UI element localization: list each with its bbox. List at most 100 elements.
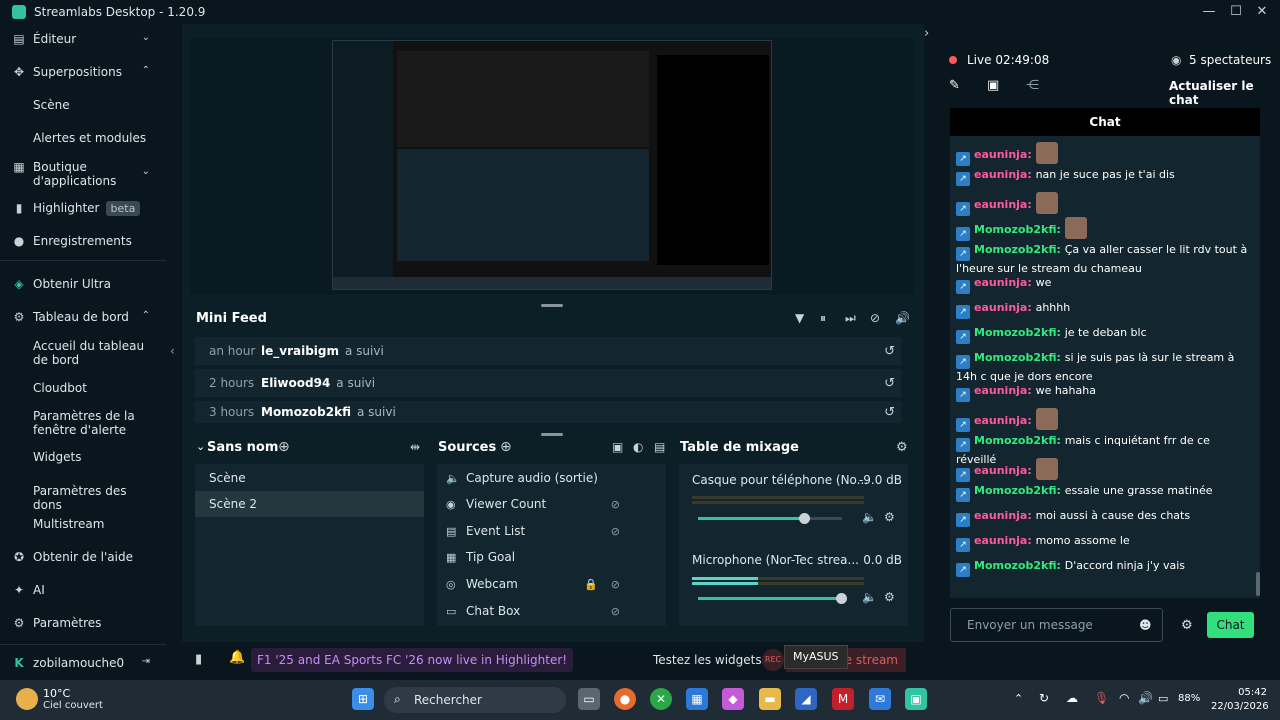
chat-username[interactable]: eauninja	[974, 414, 1027, 427]
chevron-down-icon[interactable]: ⌄	[196, 440, 205, 453]
sidebar-item-recordings[interactable]: ● Enregistrements	[12, 234, 162, 248]
sidebar-item-alert-window[interactable]: Paramètres de la fenêtre d'alerte	[33, 409, 158, 437]
sidebar-item-editor[interactable]: ▤ Éditeur ⌄	[12, 32, 162, 46]
gear-icon[interactable]: ⚙	[896, 440, 908, 455]
firefox-icon[interactable]: ●	[614, 688, 636, 710]
pause-icon[interactable]: ⏸	[820, 311, 826, 326]
volume-slider[interactable]	[698, 597, 839, 600]
edit-icon[interactable]: ✎	[949, 78, 960, 93]
source-item[interactable]: ◎ Webcam 🔒 ⊘	[446, 571, 656, 597]
chat-username[interactable]: Momozob2kfi	[974, 351, 1056, 364]
chevron-up-icon[interactable]: ⌃	[1014, 692, 1023, 705]
sidebar-item-widgets[interactable]: Widgets	[33, 450, 158, 464]
add-scene-icon[interactable]: ⊕	[278, 439, 290, 455]
chat-username[interactable]: eauninja	[974, 276, 1027, 289]
sidebar-item-dashboard-home[interactable]: Accueil du tableau de bord	[33, 339, 158, 367]
taskbar-search[interactable]: ⌕ Rechercher	[384, 687, 566, 713]
sidebar-user[interactable]: K zobilamouche0 ⇥	[12, 656, 162, 670]
replay-icon[interactable]: ↺	[884, 405, 895, 420]
mail-icon[interactable]: ✉	[869, 688, 891, 710]
chat-username[interactable]: Momozob2kfi	[974, 559, 1056, 572]
chat-username[interactable]: eauninja	[974, 384, 1027, 397]
cloud-icon[interactable]: ☁	[1066, 691, 1078, 705]
wifi-icon[interactable]: ◠	[1119, 691, 1129, 705]
chat-username[interactable]: Momozob2kfi	[974, 434, 1056, 447]
transition-icon[interactable]: ⇹	[410, 440, 420, 454]
mute-alert-icon[interactable]: ⊘	[870, 311, 880, 325]
copilot-icon[interactable]: ◆	[722, 688, 744, 710]
sync-icon[interactable]: ↻	[1039, 691, 1049, 705]
source-item[interactable]: ▦ Tip Goal	[446, 544, 656, 570]
sidebar-item-cloudbot[interactable]: Cloudbot	[33, 381, 158, 395]
weather-icon[interactable]	[16, 688, 38, 710]
chat-username[interactable]: eauninja	[974, 464, 1027, 477]
emoji-icon[interactable]: ☻	[1139, 618, 1152, 632]
sidebar-item-app-store[interactable]: ▦ Boutique d'applications ⌄	[12, 160, 162, 188]
share-icon[interactable]: ⋲	[1026, 78, 1039, 93]
speaker-icon[interactable]: 🔊	[1138, 691, 1153, 705]
source-item[interactable]: ▤ Event List ⊘	[446, 518, 656, 544]
xbox-icon[interactable]: ✕	[650, 688, 672, 710]
hidden-eye-icon[interactable]: ⊘	[611, 525, 620, 538]
microphone-icon[interactable]: 🎙	[1094, 691, 1109, 705]
filter-icon[interactable]: ▼	[795, 311, 804, 325]
streamlabs-icon[interactable]: ▣	[905, 688, 927, 710]
chat-input[interactable]: Envoyer un message ☻	[950, 608, 1163, 642]
folder-icon[interactable]: ▬	[759, 688, 781, 710]
sidebar-item-settings[interactable]: ⚙ Paramètres	[12, 616, 162, 630]
notification-icon[interactable]: 🔔	[229, 650, 245, 665]
sidebar-item-help[interactable]: ✪ Obtenir de l'aide	[12, 550, 162, 564]
sidebar-item-multistream[interactable]: Multistream	[33, 517, 158, 531]
chat-username[interactable]: eauninja	[974, 509, 1027, 522]
highlighter-promo[interactable]: F1 '25 and EA Sports FC '26 now live in …	[251, 648, 574, 672]
windows-start-icon[interactable]: ⊞	[352, 688, 374, 710]
task-view-icon[interactable]: ▭	[578, 688, 600, 710]
sidebar-item-highlighter[interactable]: ▮ Highlighter beta	[12, 201, 162, 216]
skip-icon[interactable]: ⏭	[845, 311, 856, 326]
test-widgets-button[interactable]: Testez les widgets	[653, 653, 762, 667]
source-settings-icon[interactable]: ◐	[633, 440, 643, 454]
scene-item[interactable]: Scène 2	[195, 491, 424, 517]
chat-username[interactable]: Momozob2kfi	[974, 326, 1056, 339]
source-item[interactable]: ▭ Chat Box ⊘	[446, 598, 656, 624]
volume-slider[interactable]	[698, 517, 802, 520]
stats-icon[interactable]: ▮	[195, 652, 202, 667]
gear-icon[interactable]: ⚙	[884, 590, 895, 604]
chat-username[interactable]: eauninja	[974, 148, 1027, 161]
chat-username[interactable]: eauninja	[974, 168, 1027, 181]
sidebar-item-donations[interactable]: Paramètres des dons	[33, 484, 158, 512]
add-source-icon[interactable]: ⊕	[500, 439, 512, 455]
folder-add-icon[interactable]: ▤	[654, 440, 665, 454]
mcafee-icon[interactable]: M	[832, 688, 854, 710]
sidebar-item-dashboard[interactable]: ⚙ Tableau de bord ⌃	[12, 310, 162, 324]
logout-icon[interactable]: ⇥	[142, 656, 150, 667]
myasus-icon[interactable]: ◢	[795, 688, 817, 710]
sidebar-item-scene[interactable]: Scène	[33, 98, 158, 112]
hidden-eye-icon[interactable]: ⊘	[611, 578, 620, 591]
send-chat-button[interactable]: Chat	[1207, 612, 1254, 638]
battery-icon[interactable]: ▭	[1158, 692, 1168, 705]
hidden-eye-icon[interactable]: ⊘	[611, 605, 620, 618]
collapse-sidebar-icon[interactable]: ‹	[170, 344, 175, 358]
store-icon[interactable]: ▦	[686, 688, 708, 710]
gear-icon[interactable]: ⚙	[1181, 618, 1193, 633]
record-button[interactable]: REC	[762, 649, 784, 671]
chat-scrollbar[interactable]	[1256, 572, 1260, 596]
source-item[interactable]: ◉ Viewer Count ⊘	[446, 491, 656, 517]
refresh-chat-button[interactable]: Actualiser le chat	[1169, 79, 1280, 107]
chat-username[interactable]: Momozob2kfi	[974, 223, 1056, 236]
volume-slider-knob[interactable]	[799, 513, 810, 524]
close-icon[interactable]: ✕	[1253, 3, 1271, 21]
minimize-icon[interactable]: —	[1200, 3, 1218, 21]
replay-icon[interactable]: ↺	[884, 376, 895, 391]
resize-handle[interactable]	[541, 304, 563, 307]
scene-item[interactable]: Scène	[195, 465, 424, 491]
expand-chat-icon[interactable]: ›	[924, 26, 929, 41]
chat-username[interactable]: Momozob2kfi	[974, 243, 1056, 256]
sidebar-item-alerts[interactable]: Alertes et modules	[33, 131, 158, 145]
popout-icon[interactable]: ▣	[987, 78, 999, 93]
volume-icon[interactable]: 🔊	[895, 311, 910, 325]
sidebar-item-overlays[interactable]: ✥ Superpositions ⌃	[12, 65, 162, 79]
chat-username[interactable]: Momozob2kfi	[974, 484, 1056, 497]
chat-username[interactable]: eauninja	[974, 534, 1027, 547]
